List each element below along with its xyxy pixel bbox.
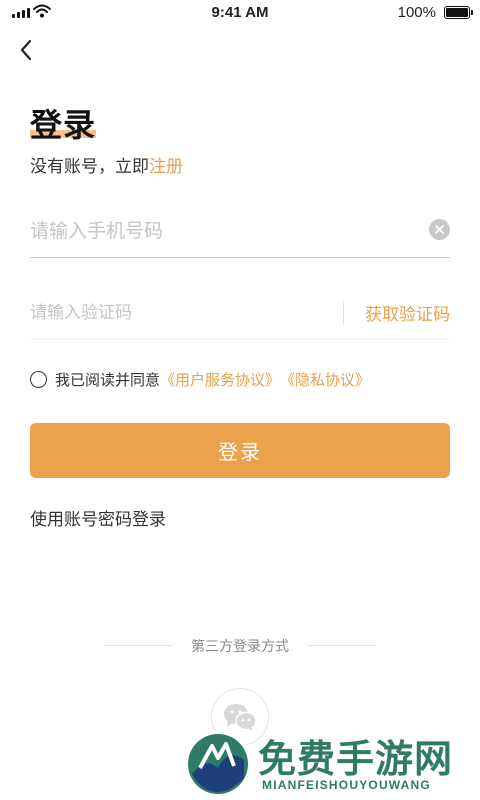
- watermark: 免费手游网 MIANFEISHOUYOUWANG: [182, 726, 480, 800]
- code-field-row: 获取验证码: [30, 288, 450, 340]
- register-link[interactable]: 注册: [149, 157, 183, 177]
- divider-line-right: [308, 645, 376, 646]
- register-prompt-text: 没有账号，立即: [30, 157, 149, 177]
- page-title-group: 登录: [30, 100, 96, 146]
- phone-input[interactable]: [30, 216, 410, 246]
- battery-percentage: 100%: [397, 4, 436, 21]
- agreement-row: 我已阅读并同意 《用户服务协议》 《隐私协议》: [30, 369, 370, 390]
- user-agreement-link[interactable]: 《用户服务协议》: [160, 369, 280, 390]
- login-button[interactable]: 登录: [30, 423, 450, 478]
- agreement-text: 我已阅读并同意: [55, 371, 161, 389]
- chevron-left-icon: [20, 39, 32, 61]
- register-prompt: 没有账号，立即注册: [30, 152, 183, 177]
- verification-code-input[interactable]: [30, 299, 320, 327]
- status-bar: 9:41 AM 100%: [0, 0, 480, 26]
- watermark-title: 免费手游网: [258, 736, 454, 781]
- page-title: 登录: [30, 106, 97, 144]
- clear-circle-icon[interactable]: [429, 219, 450, 240]
- code-divider: [343, 301, 344, 325]
- password-login-link[interactable]: 使用账号密码登录: [30, 505, 166, 530]
- third-party-divider: 第三方登录方式: [0, 636, 480, 656]
- watermark-logo-icon: [185, 731, 251, 797]
- get-code-button[interactable]: 获取验证码: [365, 300, 450, 325]
- watermark-subtitle: MIANFEISHOUYOUWANG: [262, 778, 431, 792]
- phone-field-row: [30, 206, 450, 258]
- back-button[interactable]: [12, 36, 40, 64]
- battery-icon: [444, 6, 473, 19]
- agreement-checkbox[interactable]: [30, 371, 47, 388]
- third-party-label: 第三方登录方式: [191, 639, 289, 655]
- privacy-policy-link[interactable]: 《隐私协议》: [280, 369, 370, 390]
